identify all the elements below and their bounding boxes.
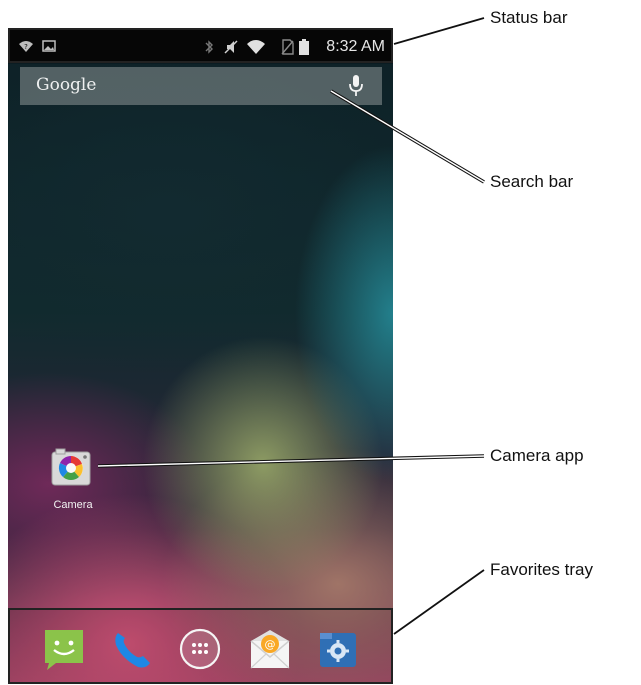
callout-camera-app: Camera app: [490, 446, 584, 465]
callout-search-bar: Search bar: [490, 172, 574, 191]
callout-favorites-tray: Favorites tray: [490, 560, 593, 579]
callout-lines: [97, 17, 485, 635]
callout-status-bar: Status bar: [490, 8, 568, 27]
